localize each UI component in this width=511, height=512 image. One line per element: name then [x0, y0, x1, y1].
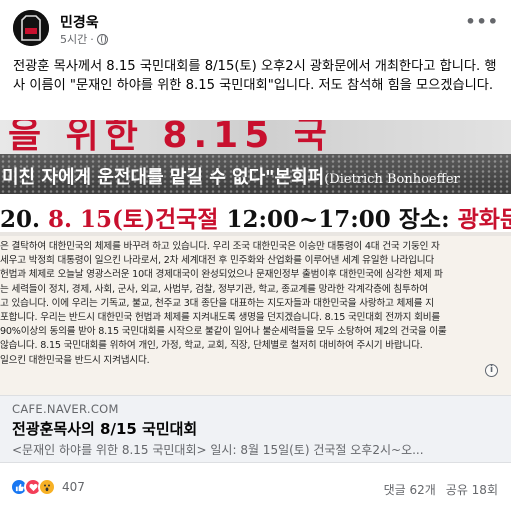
body-line: 는 세력들이 정치, 경제, 사회, 군사, 외교, 사법부, 검찰, 정부기관…: [0, 283, 428, 295]
banner-quote: 미친 자에게 운전대를 맡길 수 없다"본회퍼(Dietrich Bonhoef…: [0, 154, 511, 194]
more-options-icon[interactable]: •••: [465, 12, 499, 31]
reaction-count[interactable]: 407: [62, 480, 85, 494]
date-main: 8. 15(토)건국절: [40, 206, 219, 232]
comment-count[interactable]: 댓글 62개: [384, 481, 436, 498]
wow-reaction-icon: [38, 478, 56, 496]
banner-date: 20. 8. 15(토)건국절 12:00~17:00 장소: 광화문 이순: [0, 194, 511, 232]
author-name[interactable]: 민경욱: [60, 12, 99, 32]
link-description: <문재인 하야를 위한 8.15 국민대회> 일시: 8월 15일(토) 건국절…: [12, 443, 424, 457]
body-line: 은 결탁하여 대한민국의 체제를 바꾸려 하고 있습니다. 우리 조국 대한민국…: [0, 241, 440, 252]
event-time: 12:00~17:00: [218, 206, 391, 232]
separator-dot: ·: [90, 32, 94, 46]
post-image[interactable]: 을 위한 8.15 국 미친 자에게 운전대를 맡길 수 없다"본회퍼(Diet…: [0, 120, 511, 395]
link-title[interactable]: 전광훈목사의 8/15 국민대회: [12, 418, 197, 439]
author-avatar[interactable]: [13, 10, 49, 46]
share-count[interactable]: 공유 18회: [446, 481, 498, 498]
banner-headline: 을 위한 8.15 국: [0, 120, 511, 154]
date-year: 20.: [0, 206, 41, 232]
avatar-image: [13, 10, 49, 46]
place-label: 장소:: [390, 206, 450, 232]
link-domain: CAFE.NAVER.COM: [12, 402, 119, 416]
body-line: 않습니다. 8.15 국민대회를 위하여 개인, 가정, 학교, 교회, 직장,…: [0, 340, 423, 352]
globe-icon: [96, 33, 108, 45]
post-text: 전광훈 목사께서 8.15 국민대회를 8/15(토) 오후2시 광화문에서 개…: [13, 59, 497, 93]
body-line: 세우고 박정희 대통령이 일으킨 나라로서, 2차 세계대전 후 민주화와 산업…: [0, 255, 434, 267]
image-body-text: 은 결탁하여 대한민국의 체제를 바꾸려 하고 있습니다. 우리 조국 대한민국…: [0, 236, 511, 395]
post-timestamp[interactable]: 5시간: [60, 31, 87, 47]
body-line: 90%이상의 동의를 받아 8.15 국민대회를 시작으로 불같이 일어나 불순…: [0, 326, 447, 338]
link-preview[interactable]: CAFE.NAVER.COM 전광훈목사의 8/15 국민대회 <문재인 하야를…: [0, 395, 511, 463]
post-meta: 5시간 ·: [60, 31, 108, 47]
info-icon[interactable]: i: [485, 364, 498, 377]
reactions-summary[interactable]: 407: [10, 478, 85, 496]
place-value: 광화문 이순: [457, 206, 511, 232]
body-line: 헌법과 체제로 오늘날 영광스러운 10대 경제대국이 완성되었으나 문재인정부…: [0, 269, 443, 281]
body-line: 고 있습니다. 이에 우리는 기독교, 불교, 천주교 3대 종단을 대표하는 …: [0, 297, 434, 309]
body-line: 포합니다. 우리는 반드시 대한민국 헌법과 체제를 지켜내도록 생명을 던지겠…: [0, 312, 441, 324]
body-line: 일으킨 대한민국을 반드시 지켜냅시다.: [0, 354, 150, 366]
engagement-stats: 댓글 62개 공유 18회: [384, 481, 498, 498]
quote-author: (Dietrich Bonhoeffer: [324, 172, 460, 187]
quote-text: 미친 자에게 운전대를 맡길 수 없다"본회퍼: [2, 167, 325, 188]
facebook-post: 민경욱 5시간 · ••• 전광훈 목사께서 8.15 국민대회를 8/15(토…: [0, 0, 511, 512]
